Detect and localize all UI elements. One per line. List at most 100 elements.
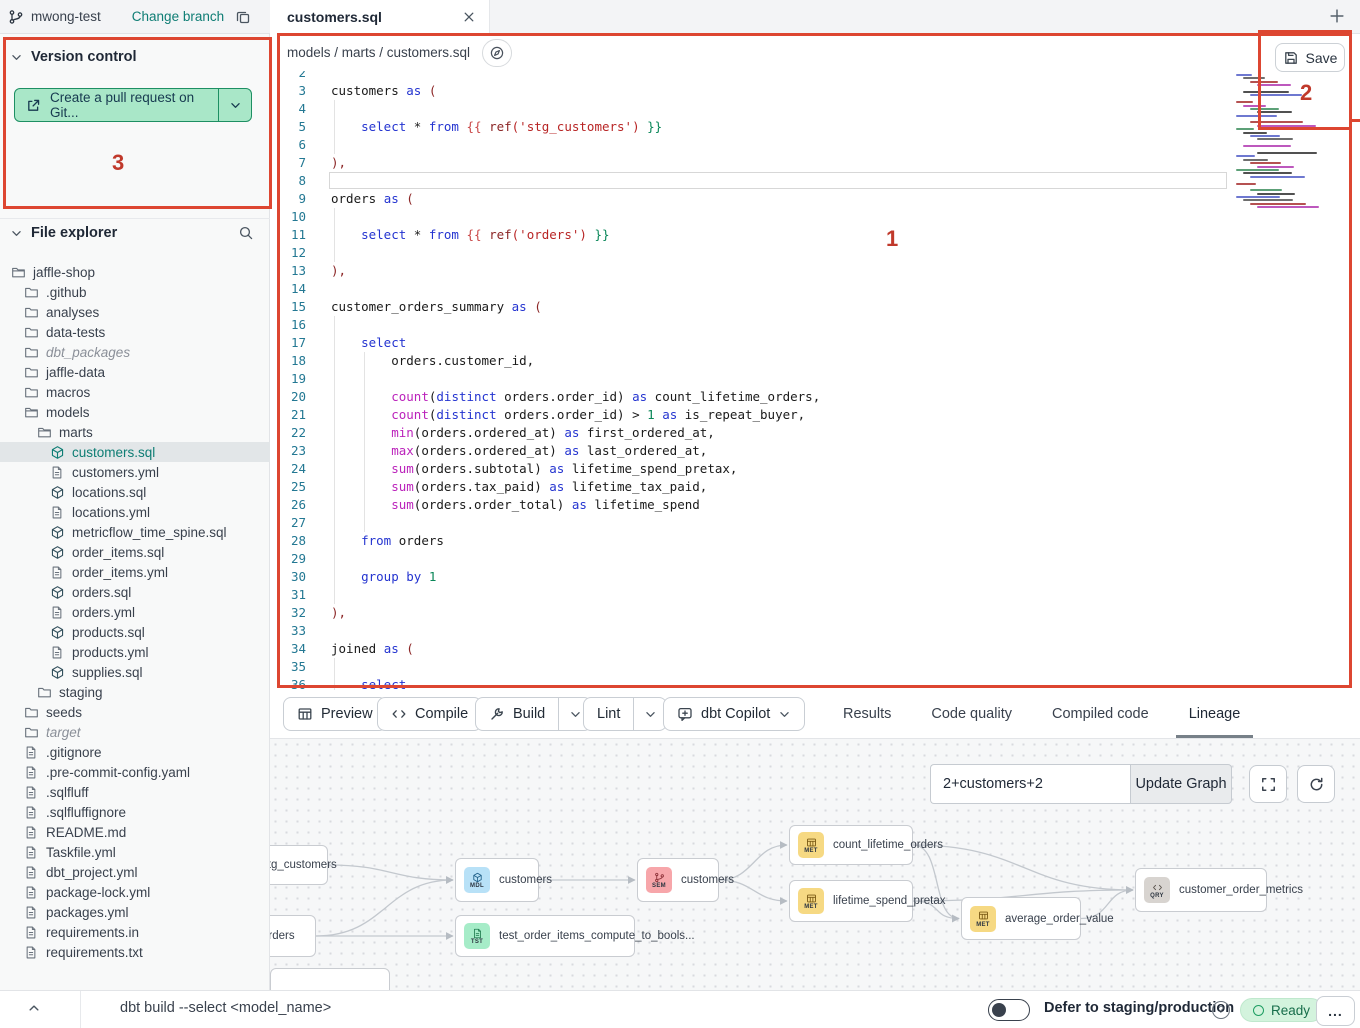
lint-button[interactable]: Lint bbox=[583, 697, 667, 731]
tree-item-macros[interactable]: macros bbox=[0, 382, 270, 402]
code-editor[interactable]: 23customers as (45 select * from {{ ref(… bbox=[271, 71, 1360, 690]
tree-item-marts[interactable]: marts bbox=[0, 422, 270, 442]
tree-item-jaffle-shop[interactable]: jaffle-shop bbox=[0, 262, 270, 282]
code-line-22[interactable]: 22 min(orders.ordered_at) as first_order… bbox=[271, 424, 1360, 442]
create-pull-request-dropdown[interactable] bbox=[218, 89, 251, 121]
code-line-19[interactable]: 19 bbox=[271, 370, 1360, 388]
code-line-35[interactable]: 35 bbox=[271, 658, 1360, 676]
code-line-25[interactable]: 25 sum(orders.tax_paid) as lifetime_tax_… bbox=[271, 478, 1360, 496]
lineage-node-test_order_items_compute_to_bools...[interactable]: TSTtest_order_items_compute_to_bools... bbox=[455, 915, 635, 957]
code-line-27[interactable]: 27 bbox=[271, 514, 1360, 532]
code-line-31[interactable]: 31 bbox=[271, 586, 1360, 604]
code-line-18[interactable]: 18 orders.customer_id, bbox=[271, 352, 1360, 370]
tree-item-.pre-commit-config.yaml[interactable]: .pre-commit-config.yaml bbox=[0, 762, 270, 782]
tree-item-locations.sql[interactable]: locations.sql bbox=[0, 482, 270, 502]
file-explorer-header[interactable]: File explorer bbox=[10, 225, 260, 241]
code-line-10[interactable]: 10 bbox=[271, 208, 1360, 226]
tree-item-order_items.yml[interactable]: order_items.yml bbox=[0, 562, 270, 582]
code-line-21[interactable]: 21 count(distinct orders.order_id) > 1 a… bbox=[271, 406, 1360, 424]
code-line-6[interactable]: 6 bbox=[271, 136, 1360, 154]
more-options-button[interactable]: ... bbox=[1316, 996, 1355, 1026]
code-line-15[interactable]: 15customer_orders_summary as ( bbox=[271, 298, 1360, 316]
refresh-icon[interactable] bbox=[1297, 765, 1335, 803]
tree-item-target[interactable]: target bbox=[0, 722, 270, 742]
code-line-17[interactable]: 17 select bbox=[271, 334, 1360, 352]
tree-item-dbt_packages[interactable]: dbt_packages bbox=[0, 342, 270, 362]
help-icon[interactable]: ? bbox=[1212, 1001, 1230, 1019]
tree-item-requirements.in[interactable]: requirements.in bbox=[0, 922, 270, 942]
code-line-13[interactable]: 13), bbox=[271, 262, 1360, 280]
lineage-node-lifetime_spend_pretax[interactable]: METlifetime_spend_pretax bbox=[789, 880, 913, 922]
search-icon[interactable] bbox=[238, 225, 254, 241]
code-line-7[interactable]: 7), bbox=[271, 154, 1360, 172]
tab-results[interactable]: Results bbox=[843, 690, 891, 738]
tree-item-products.sql[interactable]: products.sql bbox=[0, 622, 270, 642]
update-graph-button[interactable]: Update Graph bbox=[1130, 764, 1232, 804]
code-line-4[interactable]: 4 bbox=[271, 100, 1360, 118]
create-pull-request-main[interactable]: Create a pull request on Git... bbox=[15, 89, 218, 121]
code-line-8[interactable]: 8 bbox=[271, 172, 1360, 190]
close-icon[interactable] bbox=[461, 9, 477, 25]
tree-item-dbt_project.yml[interactable]: dbt_project.yml bbox=[0, 862, 270, 882]
code-line-23[interactable]: 23 max(orders.ordered_at) as last_ordere… bbox=[271, 442, 1360, 460]
code-line-36[interactable]: 36 select bbox=[271, 676, 1360, 690]
save-button[interactable]: Save bbox=[1275, 43, 1345, 72]
tree-item-customers.yml[interactable]: customers.yml bbox=[0, 462, 270, 482]
defer-toggle[interactable] bbox=[988, 999, 1030, 1021]
code-line-28[interactable]: 28 from orders bbox=[271, 532, 1360, 550]
preview-button[interactable]: Preview bbox=[283, 697, 387, 731]
code-line-9[interactable]: 9orders as ( bbox=[271, 190, 1360, 208]
compass-icon[interactable] bbox=[482, 39, 512, 67]
tab-customers-sql[interactable]: customers.sql bbox=[270, 0, 490, 34]
tree-item-data-tests[interactable]: data-tests bbox=[0, 322, 270, 342]
code-line-29[interactable]: 29 bbox=[271, 550, 1360, 568]
tree-item-.gitignore[interactable]: .gitignore bbox=[0, 742, 270, 762]
tree-item-analyses[interactable]: analyses bbox=[0, 302, 270, 322]
tree-item-metricflow_time_spine.sql[interactable]: metricflow_time_spine.sql bbox=[0, 522, 270, 542]
tree-item-packages.yml[interactable]: packages.yml bbox=[0, 902, 270, 922]
compile-button[interactable]: Compile bbox=[377, 697, 482, 731]
code-line-2[interactable]: 2 bbox=[271, 71, 1360, 82]
fullscreen-icon[interactable] bbox=[1249, 765, 1287, 803]
expand-command-caret-icon[interactable] bbox=[27, 1001, 41, 1015]
lineage-node-orders[interactable]: MDLorders bbox=[270, 915, 316, 957]
tree-item-models[interactable]: models bbox=[0, 402, 270, 422]
lineage-node-average_order_value[interactable]: METaverage_order_value bbox=[961, 897, 1081, 940]
tree-item-customers.sql[interactable]: customers.sql bbox=[0, 442, 270, 462]
tree-item-.sqlfluffignore[interactable]: .sqlfluffignore bbox=[0, 802, 270, 822]
code-line-32[interactable]: 32), bbox=[271, 604, 1360, 622]
tree-item-package-lock.yml[interactable]: package-lock.yml bbox=[0, 882, 270, 902]
tab-lineage[interactable]: Lineage bbox=[1189, 690, 1241, 738]
code-line-16[interactable]: 16 bbox=[271, 316, 1360, 334]
lineage-node-count_lifetime_orders[interactable]: METcount_lifetime_orders bbox=[789, 825, 913, 865]
code-line-3[interactable]: 3customers as ( bbox=[271, 82, 1360, 100]
code-line-11[interactable]: 11 select * from {{ ref('orders') }} bbox=[271, 226, 1360, 244]
build-button[interactable]: Build bbox=[475, 697, 592, 731]
tree-item-supplies.sql[interactable]: supplies.sql bbox=[0, 662, 270, 682]
tab-compiled-code[interactable]: Compiled code bbox=[1052, 690, 1149, 738]
lineage-node-customers[interactable]: MDLcustomers bbox=[455, 858, 539, 902]
code-line-20[interactable]: 20 count(distinct orders.order_id) as co… bbox=[271, 388, 1360, 406]
code-line-24[interactable]: 24 sum(orders.subtotal) as lifetime_spen… bbox=[271, 460, 1360, 478]
tree-item-orders.yml[interactable]: orders.yml bbox=[0, 602, 270, 622]
dbt-copilot-button[interactable]: dbt Copilot bbox=[663, 697, 805, 731]
tab-code-quality[interactable]: Code quality bbox=[931, 690, 1012, 738]
code-line-30[interactable]: 30 group by 1 bbox=[271, 568, 1360, 586]
change-branch-link[interactable]: Change branch bbox=[132, 9, 224, 24]
new-tab-plus-icon[interactable] bbox=[1328, 7, 1346, 25]
tree-item-jaffle-data[interactable]: jaffle-data bbox=[0, 362, 270, 382]
code-line-14[interactable]: 14 bbox=[271, 280, 1360, 298]
version-control-header[interactable]: Version control bbox=[10, 49, 137, 65]
create-pull-request-button[interactable]: Create a pull request on Git... bbox=[14, 88, 252, 122]
tree-item-.github[interactable]: .github bbox=[0, 282, 270, 302]
code-line-12[interactable]: 12 bbox=[271, 244, 1360, 262]
minimap[interactable] bbox=[1232, 74, 1312, 212]
tree-item-Taskfile.yml[interactable]: Taskfile.yml bbox=[0, 842, 270, 862]
code-line-5[interactable]: 5 select * from {{ ref('stg_customers') … bbox=[271, 118, 1360, 136]
lineage-selector-input[interactable] bbox=[930, 764, 1130, 804]
lint-dropdown[interactable] bbox=[633, 698, 666, 730]
tree-item-orders.sql[interactable]: orders.sql bbox=[0, 582, 270, 602]
tree-item-order_items.sql[interactable]: order_items.sql bbox=[0, 542, 270, 562]
code-line-34[interactable]: 34joined as ( bbox=[271, 640, 1360, 658]
tree-item-.sqlfluff[interactable]: .sqlfluff bbox=[0, 782, 270, 802]
